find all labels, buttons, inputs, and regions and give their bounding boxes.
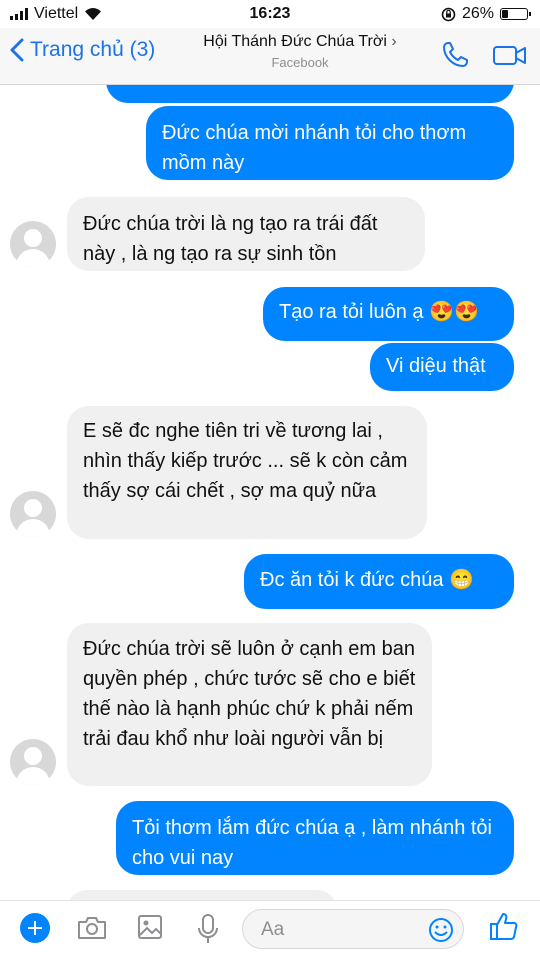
message-bubble-outgoing[interactable]: Tạo ra tỏi luôn ạ 😍😍 [263, 287, 514, 341]
video-camera-icon[interactable] [492, 40, 528, 70]
phone-icon[interactable] [440, 40, 470, 70]
message-input[interactable] [259, 918, 413, 942]
message-bubble-partial [106, 85, 514, 103]
back-button[interactable]: Trang chủ (3) [10, 38, 155, 62]
thumbs-up-icon[interactable] [488, 911, 520, 943]
chevron-left-icon [10, 38, 24, 62]
message-bubble-incoming[interactable]: E sẽ đc nghe tiên tri về tương lai , nhì… [67, 406, 427, 539]
header-actions [440, 40, 528, 70]
avatar[interactable] [10, 221, 56, 267]
message-bubble-incoming[interactable]: Đức chúa trời là ng tạo ra trái đất này … [67, 197, 425, 271]
conversation-title-block[interactable]: Hội Thánh Đức Chúa Trời › Facebook [180, 33, 420, 70]
message-input-wrapper [242, 909, 464, 949]
chevron-right-icon: › [391, 33, 397, 50]
battery-level [502, 10, 508, 18]
rotation-lock-icon [441, 7, 456, 21]
microphone-icon[interactable] [196, 913, 220, 945]
emoji-icon[interactable] [427, 916, 455, 944]
back-label: Trang chủ (3) [30, 38, 156, 61]
message-bubble-outgoing[interactable]: Đc ăn tỏi k đức chúa 😁 [244, 554, 514, 609]
status-right: 26% [441, 5, 531, 23]
message-composer [0, 900, 540, 961]
message-bubble-outgoing[interactable]: Vi diệu thật [370, 343, 514, 391]
battery-icon [500, 8, 531, 20]
image-icon[interactable] [136, 913, 166, 943]
message-bubble-incoming[interactable]: Đức chúa trời sẽ luôn ở cạnh em ban quyề… [67, 623, 432, 786]
conversation-name: Hội Thánh Đức Chúa Trời [203, 33, 387, 50]
camera-icon[interactable] [76, 913, 108, 943]
message-bubble-outgoing[interactable]: Đức chúa mời nhánh tỏi cho thơm mồm này [146, 106, 514, 180]
plus-icon[interactable] [20, 913, 50, 943]
message-bubble-partial [67, 890, 337, 900]
message-bubble-outgoing[interactable]: Tỏi thơm lắm đức chúa ạ , làm nhánh tỏi … [116, 801, 514, 875]
conversation-subtitle: Facebook [271, 55, 329, 70]
conversation-title: Hội Thánh Đức Chúa Trời › [180, 33, 420, 51]
message-list[interactable]: Đức chúa mời nhánh tỏi cho thơm mồm này … [0, 85, 540, 900]
conversation-header: Trang chủ (3) Hội Thánh Đức Chúa Trời › … [0, 28, 540, 85]
avatar[interactable] [10, 739, 56, 785]
status-bar: Viettel 16:23 26% [0, 0, 540, 28]
avatar[interactable] [10, 491, 56, 537]
battery-percent: 26% [461, 5, 494, 22]
